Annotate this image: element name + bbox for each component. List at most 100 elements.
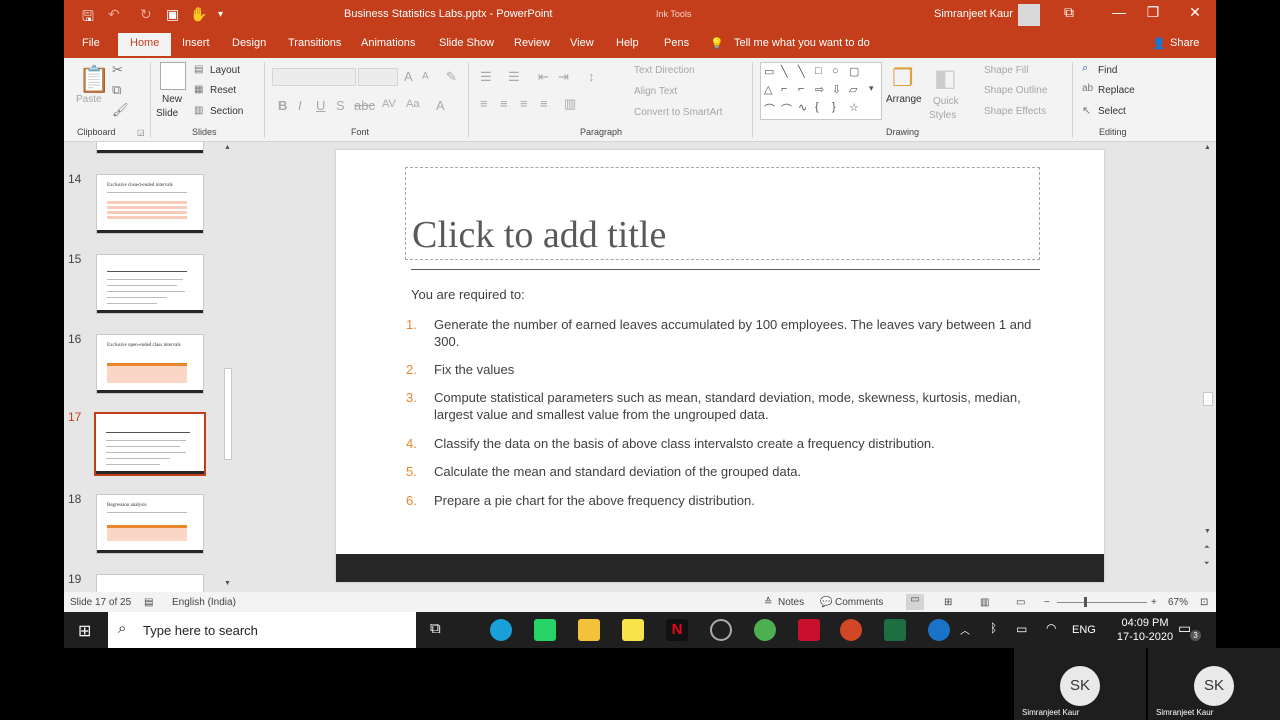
brace-right-shape-icon[interactable]: } (832, 101, 836, 113)
star-shape-icon[interactable]: ☆ (849, 101, 859, 114)
text-direction-button[interactable]: Text Direction (634, 65, 695, 76)
brace-left-shape-icon[interactable]: { (815, 101, 819, 113)
reset-button[interactable]: Reset (210, 85, 236, 96)
shape-effects-button[interactable]: Shape Effects (984, 106, 1046, 117)
replace-button[interactable]: Replace (1098, 85, 1135, 96)
touch-mode-icon[interactable]: ✋ (190, 6, 207, 23)
task-view-icon[interactable]: ⧉ (430, 620, 441, 637)
new-slide-button[interactable]: New (162, 94, 182, 105)
align-text-button[interactable]: Align Text (634, 86, 677, 97)
reset-icon[interactable]: ▦ (194, 84, 203, 95)
align-left-icon[interactable]: ≡ (480, 96, 488, 111)
paste-icon[interactable]: 📋 (78, 64, 110, 95)
slide-thumbnail-19[interactable] (96, 574, 204, 592)
underline-icon[interactable]: U (316, 98, 325, 113)
reading-view-icon[interactable]: ▥ (980, 597, 989, 608)
taskbar-clock[interactable]: 04:09 PM 17-10-2020 (1110, 616, 1180, 644)
new-slide-icon[interactable] (160, 62, 186, 90)
slide-thumbnail-18[interactable]: Regression analysis (96, 494, 204, 554)
section-icon[interactable]: ▥ (194, 105, 203, 116)
line-spacing-icon[interactable]: ↕ (588, 69, 595, 84)
participant-tile[interactable]: SK Simranjeet Kaur (1014, 648, 1146, 720)
scroll-down-icon[interactable]: ▼ (224, 580, 231, 587)
windows-start-icon[interactable]: ⊞ (78, 621, 91, 641)
sticky-notes-icon[interactable] (622, 619, 644, 641)
elbow-arrow-shape-icon[interactable]: ⌐ (798, 83, 804, 95)
shadow-icon[interactable]: S (336, 98, 345, 113)
layout-icon[interactable]: ▤ (194, 64, 203, 75)
notes-button[interactable]: Notes (778, 597, 804, 608)
list-item[interactable]: 2. Fix the values (406, 361, 1046, 378)
right-arrow-shape-icon[interactable]: ⇨ (815, 83, 824, 96)
font-size-select[interactable] (358, 68, 398, 86)
tab-file[interactable]: File (82, 37, 100, 49)
tab-home[interactable]: Home (118, 33, 172, 56)
wave-shape-icon[interactable]: ∿ (798, 101, 807, 114)
shapes-gallery[interactable]: ▭ ╲ ╲ □ ○ ▢ △ ⌐ ⌐ ⇨ ⇩ ▱ ⌒ ⌒ ∿ { } ☆ ▾ (760, 62, 882, 120)
columns-icon[interactable]: ▥ (564, 96, 576, 112)
elbow-shape-icon[interactable]: ⌐ (781, 83, 787, 95)
title-placeholder[interactable]: Click to add title (405, 167, 1040, 260)
layout-button[interactable]: Layout (210, 65, 240, 76)
clear-formatting-icon[interactable]: ✎ (446, 69, 457, 85)
normal-view-icon[interactable]: ▭ (906, 594, 924, 610)
slide-show-icon[interactable]: ▭ (1016, 597, 1025, 608)
char-spacing-icon[interactable]: AV (382, 98, 396, 110)
thumbnail-scrollbar[interactable]: ▲ ▼ (220, 142, 236, 592)
replace-icon[interactable]: ab (1082, 83, 1093, 94)
tell-me-search[interactable]: Tell me what you want to do (734, 37, 870, 49)
language-indicator[interactable]: English (India) (172, 597, 236, 608)
shape-outline-button[interactable]: Shape Outline (984, 85, 1047, 96)
customize-qat-icon[interactable]: ▾ (218, 9, 223, 20)
format-painter-icon[interactable]: 🖌 (112, 102, 129, 118)
down-arrow-shape-icon[interactable]: ⇩ (832, 83, 841, 96)
tab-review[interactable]: Review (514, 37, 550, 49)
italic-icon[interactable]: I (298, 98, 302, 113)
intro-text[interactable]: You are required to: (411, 287, 525, 302)
minimize-button[interactable]: — (1104, 4, 1134, 20)
numbering-icon[interactable]: ☰ (508, 69, 520, 85)
battery-icon[interactable]: ▭ (1016, 622, 1027, 636)
bluetooth-icon[interactable]: ᛒ (990, 621, 997, 635)
arrange-button[interactable]: Arrange (886, 94, 922, 105)
scroll-thumb[interactable] (1203, 392, 1213, 406)
new-slide-button-2[interactable]: Slide (156, 108, 178, 119)
quick-styles-button[interactable]: Quick (933, 96, 959, 107)
tab-transitions[interactable]: Transitions (288, 37, 341, 49)
zoom-slider[interactable] (1057, 602, 1147, 603)
curve-shape-icon[interactable]: ⌒ (764, 101, 775, 117)
help-icon[interactable] (928, 619, 950, 641)
scroll-thumb[interactable] (224, 368, 232, 460)
list-item[interactable]: 6. Prepare a pie chart for the above freq… (406, 492, 1046, 509)
list-item[interactable]: 1. Generate the number of earned leaves a… (406, 316, 1046, 350)
spellcheck-icon[interactable]: ▤ (144, 597, 153, 608)
list-item[interactable]: 3. Compute statistical parameters such as… (406, 389, 1046, 423)
taskbar-search[interactable]: ⌕ Type here to search (108, 612, 416, 648)
from-beginning-icon[interactable]: ▣ (166, 6, 179, 23)
rectangle-shape-icon[interactable]: □ (815, 65, 822, 77)
cut-icon[interactable]: ✂ (112, 62, 123, 78)
comments-icon[interactable]: 💬 (820, 597, 832, 608)
scroll-up-icon[interactable]: ▲ (1204, 144, 1211, 151)
slide-thumbnail-15[interactable] (96, 254, 204, 314)
media-icon[interactable] (710, 619, 732, 641)
quick-styles-icon[interactable]: ◧ (934, 64, 957, 93)
clipboard-launcher-icon[interactable]: ◲ (137, 128, 145, 137)
quick-styles-button-2[interactable]: Styles (929, 110, 956, 121)
slide-thumbnail-13[interactable] (96, 142, 204, 154)
close-button[interactable]: ✕ (1180, 4, 1210, 21)
tab-animations[interactable]: Animations (361, 37, 415, 49)
increase-indent-icon[interactable]: ⇥ (558, 69, 569, 85)
select-button[interactable]: Select (1098, 106, 1126, 117)
tab-help[interactable]: Help (616, 37, 639, 49)
user-name[interactable]: Simranjeet Kaur (934, 8, 1013, 20)
share-button[interactable]: Share (1170, 37, 1199, 49)
zoom-slider-thumb[interactable] (1084, 597, 1087, 607)
shape-fill-button[interactable]: Shape Fill (984, 65, 1028, 76)
section-button[interactable]: Section (210, 106, 243, 117)
scroll-down-icon[interactable]: ▼ (1204, 528, 1211, 535)
font-color-icon[interactable]: A (436, 98, 445, 113)
excel-icon[interactable] (884, 619, 906, 641)
wifi-icon[interactable]: ◠ (1046, 621, 1056, 635)
editor-scrollbar[interactable]: ▲ ▼ ⏶ ⏷ (1200, 142, 1216, 592)
